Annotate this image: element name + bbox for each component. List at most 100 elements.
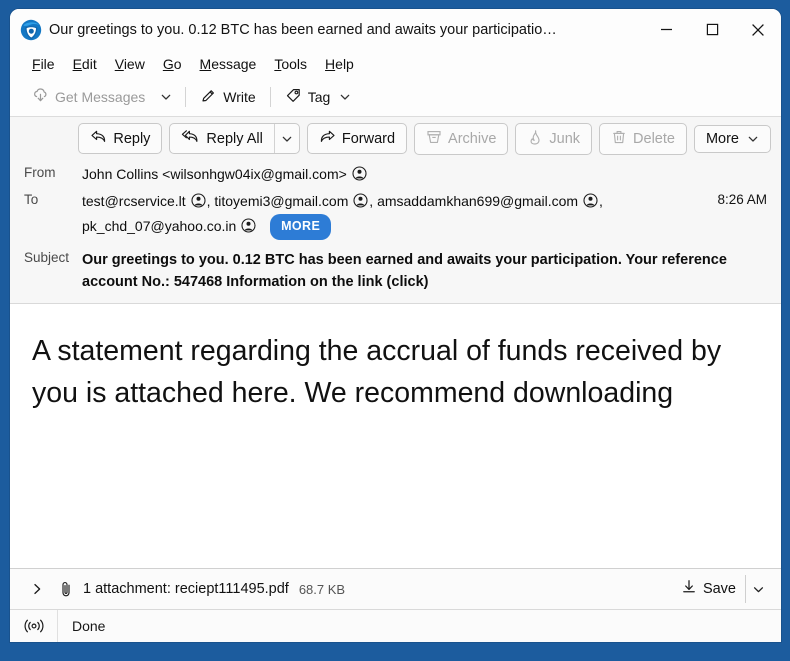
menu-help[interactable]: Help — [316, 53, 363, 75]
menu-message-accel: M — [199, 56, 212, 72]
delete-button[interactable]: Delete — [600, 124, 686, 154]
junk-label: Junk — [549, 130, 581, 147]
subject-label: Subject — [24, 250, 70, 265]
menu-view-accel: V — [114, 56, 124, 72]
recipient-2-address: titoyemi3@gmail.com — [214, 193, 349, 209]
junk-group: Junk — [515, 122, 593, 155]
archive-button[interactable]: Archive — [415, 124, 507, 154]
recipient-3[interactable]: amsaddamkhan699@gmail.com , — [377, 193, 603, 209]
menu-message-rest: essage — [211, 56, 257, 72]
menu-go[interactable]: Go — [154, 53, 191, 75]
recipient-3-address: amsaddamkhan699@gmail.com — [377, 193, 579, 209]
status-bar: Done — [10, 609, 781, 642]
minimize-button[interactable] — [643, 9, 689, 50]
status-text: Done — [72, 618, 106, 634]
forward-button[interactable]: Forward — [308, 124, 406, 153]
recipient-1-address: test@rcservice.lt — [82, 193, 186, 209]
forward-arrow-icon — [319, 129, 336, 148]
thunderbird-logo-icon — [20, 19, 42, 41]
recipient-4[interactable]: pk_chd_07@yahoo.co.in — [82, 218, 257, 234]
recipient-1[interactable]: test@rcservice.lt , — [82, 193, 210, 209]
maximize-button[interactable] — [689, 9, 735, 50]
menu-help-rest: elp — [335, 56, 354, 72]
chevron-right-icon[interactable] — [24, 579, 50, 599]
title-bar: Our greetings to you. 0.12 BTC has been … — [10, 9, 781, 50]
save-label: Save — [702, 581, 736, 597]
menu-go-accel: G — [162, 56, 174, 72]
window-title: Our greetings to you. 0.12 BTC has been … — [49, 21, 557, 38]
trash-icon — [611, 129, 627, 149]
from-value[interactable]: John Collins <wilsonhgw04ix@gmail.com> — [82, 166, 347, 182]
from-label: From — [24, 165, 56, 180]
menu-view-rest: iew — [123, 56, 145, 72]
to-row: To test@rcservice.lt , titoyemi3@gmail.c… — [10, 187, 781, 240]
more-label: More — [705, 130, 739, 147]
menu-view[interactable]: View — [106, 53, 154, 75]
more-group: More — [693, 124, 771, 153]
toolbar-divider-1 — [185, 87, 187, 107]
more-button[interactable]: More — [695, 126, 770, 152]
download-icon — [681, 579, 697, 599]
junk-button[interactable]: Junk — [516, 124, 591, 154]
save-chevron-icon[interactable] — [745, 575, 771, 603]
flame-icon — [527, 129, 543, 149]
message-action-bar: Reply Reply All Forward Archive Junk Del… — [10, 117, 781, 160]
recipient-4-address: pk_chd_07@yahoo.co.in — [82, 218, 237, 234]
toolbar-divider-2 — [269, 87, 271, 107]
attachment-size: 68.7 KB — [298, 581, 346, 597]
attachment-label[interactable]: 1 attachment: reciept111495.pdf — [83, 581, 289, 597]
get-messages-chevron-icon[interactable] — [153, 87, 179, 107]
thunderbird-window: Our greetings to you. 0.12 BTC has been … — [10, 9, 781, 642]
reply-all-button[interactable]: Reply All — [170, 124, 273, 153]
contact-person-icon[interactable] — [353, 193, 368, 214]
broadcast-signal-icon — [10, 610, 58, 642]
archive-label: Archive — [448, 130, 497, 147]
reply-all-chevron-icon[interactable] — [273, 124, 299, 153]
menu-bar: File Edit View Go Message Tools Help — [10, 50, 781, 78]
pencil-icon — [200, 87, 217, 107]
reply-all-group: Reply All — [169, 123, 300, 154]
to-label: To — [24, 192, 39, 207]
forward-label: Forward — [341, 130, 396, 147]
reply-all-label: Reply All — [206, 130, 263, 147]
reply-button[interactable]: Reply — [79, 124, 161, 153]
from-row: From John Collins <wilsonhgw04ix@gmail.c… — [10, 160, 781, 187]
contact-person-icon[interactable] — [352, 166, 367, 187]
delete-group: Delete — [599, 122, 687, 155]
get-messages-button[interactable]: Get Messages — [24, 83, 153, 111]
contact-person-icon[interactable] — [191, 193, 206, 214]
menu-tools[interactable]: Tools — [265, 53, 316, 75]
message-body-text: A statement regarding the accrual of fun… — [32, 335, 722, 409]
more-recipients-badge[interactable]: MORE — [270, 214, 332, 240]
menu-edit-rest: dit — [81, 56, 97, 72]
reply-label: Reply — [113, 130, 151, 147]
message-headers: From John Collins <wilsonhgw04ix@gmail.c… — [10, 160, 781, 304]
menu-help-accel: H — [325, 56, 336, 72]
tag-chevron-icon — [339, 91, 351, 103]
tag-label: Tag — [307, 89, 331, 105]
menu-edit-accel: E — [72, 56, 82, 72]
forward-group: Forward — [306, 123, 408, 154]
write-button[interactable]: Write — [192, 83, 263, 111]
close-button[interactable] — [735, 9, 781, 50]
reply-all-arrow-icon — [181, 129, 200, 148]
main-toolbar: Get Messages Write Tag — [10, 78, 781, 117]
paperclip-icon — [58, 581, 74, 598]
contact-person-icon[interactable] — [583, 193, 598, 214]
menu-file-accel: F — [32, 56, 41, 72]
window-controls — [643, 9, 781, 50]
tag-button[interactable]: Tag — [277, 83, 360, 111]
attachment-bar: 1 attachment: reciept111495.pdf 68.7 KB … — [10, 568, 781, 609]
write-label: Write — [223, 89, 256, 105]
more-chevron-icon — [747, 133, 759, 145]
tag-icon — [285, 87, 302, 107]
subject-value: Our greetings to you. 0.12 BTC has been … — [82, 252, 727, 290]
menu-file[interactable]: File — [23, 53, 64, 75]
save-button[interactable]: Save — [672, 575, 745, 603]
recipient-2[interactable]: titoyemi3@gmail.com , — [214, 193, 373, 209]
menu-edit[interactable]: Edit — [64, 53, 106, 75]
menu-go-rest: o — [173, 56, 182, 72]
menu-message[interactable]: Message — [191, 53, 266, 75]
menu-tools-rest: ools — [281, 56, 308, 72]
contact-person-icon[interactable] — [241, 218, 256, 239]
